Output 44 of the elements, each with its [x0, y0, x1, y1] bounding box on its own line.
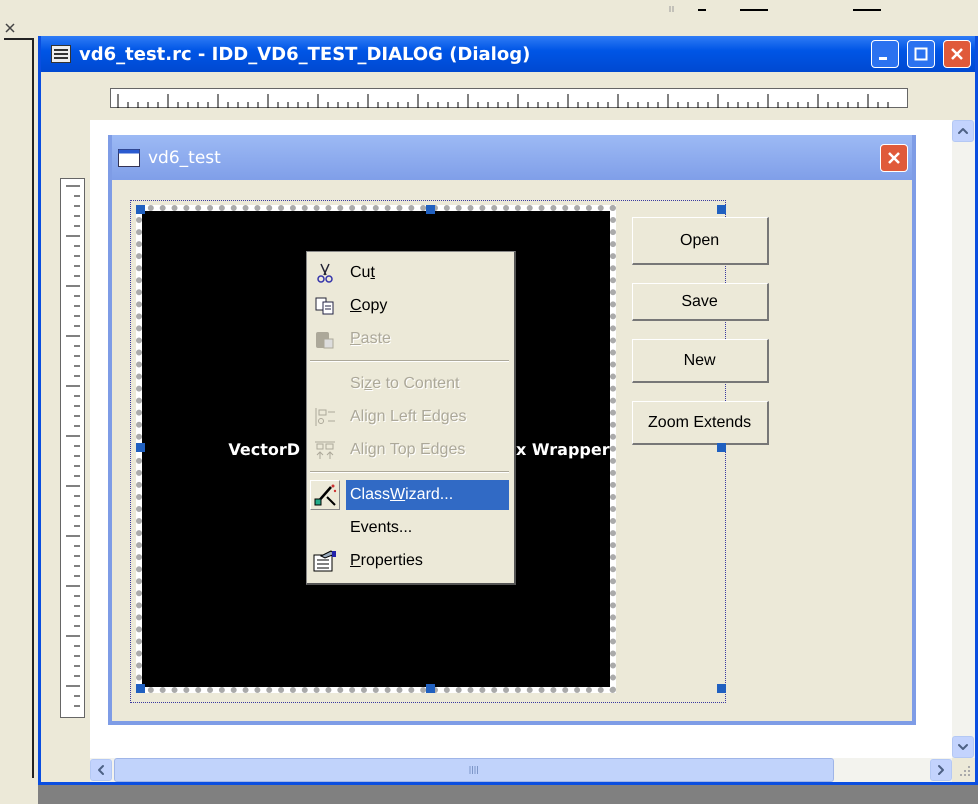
- control-label: VectorD: [228, 440, 300, 458]
- scrollbar-thumb[interactable]: [114, 758, 834, 782]
- dialog-title: vd6_test: [148, 148, 222, 168]
- magic-wand-icon: [313, 482, 337, 506]
- properties-icon: [313, 550, 337, 572]
- dialog-button[interactable]: Save: [632, 283, 769, 321]
- selection-handle[interactable]: [717, 684, 726, 693]
- menu-item[interactable]: Events...: [346, 512, 509, 542]
- dialog-button[interactable]: New: [632, 339, 769, 383]
- align-top-icon: [314, 440, 336, 460]
- scroll-left-button[interactable]: [90, 759, 112, 781]
- window-title: vd6_test.rc - IDD_VD6_TEST_DIALOG (Dialog): [79, 44, 532, 64]
- selection-handle[interactable]: [717, 443, 726, 452]
- control-label: x Wrapper: [515, 440, 610, 458]
- menu-item[interactable]: Copy: [346, 290, 509, 320]
- scroll-right-button[interactable]: [930, 759, 952, 781]
- grip-icon: [469, 766, 479, 774]
- close-icon: [950, 47, 964, 61]
- minimize-icon: [879, 56, 887, 60]
- close-icon: [887, 150, 901, 164]
- menu-item[interactable]: Properties: [346, 546, 509, 576]
- close-button[interactable]: [943, 40, 971, 68]
- minimize-button[interactable]: [871, 40, 899, 68]
- maximize-button[interactable]: [907, 40, 935, 68]
- selection-handle[interactable]: [426, 205, 435, 214]
- selection-handle[interactable]: [426, 684, 435, 693]
- close-button[interactable]: [880, 144, 908, 172]
- selection-handle[interactable]: [136, 684, 145, 693]
- scroll-up-button[interactable]: [952, 120, 974, 142]
- menu-item[interactable]: ClassWizard...: [346, 480, 509, 510]
- window-icon: [118, 148, 140, 166]
- scissors-icon: [316, 262, 334, 282]
- scroll-down-button[interactable]: [952, 736, 974, 758]
- maximize-icon: [914, 47, 928, 61]
- window-icon: [51, 45, 71, 63]
- selection-handle[interactable]: [717, 205, 726, 214]
- menu-item[interactable]: Cut: [346, 258, 509, 288]
- dialog-button[interactable]: Open: [632, 217, 769, 265]
- close-icon[interactable]: [4, 22, 16, 34]
- selection-handle[interactable]: [136, 205, 145, 214]
- selection-handle[interactable]: [136, 443, 145, 452]
- dialog-button[interactable]: Zoom Extends: [632, 401, 769, 445]
- copy-icon: [315, 296, 335, 314]
- align-left-icon: [314, 406, 336, 426]
